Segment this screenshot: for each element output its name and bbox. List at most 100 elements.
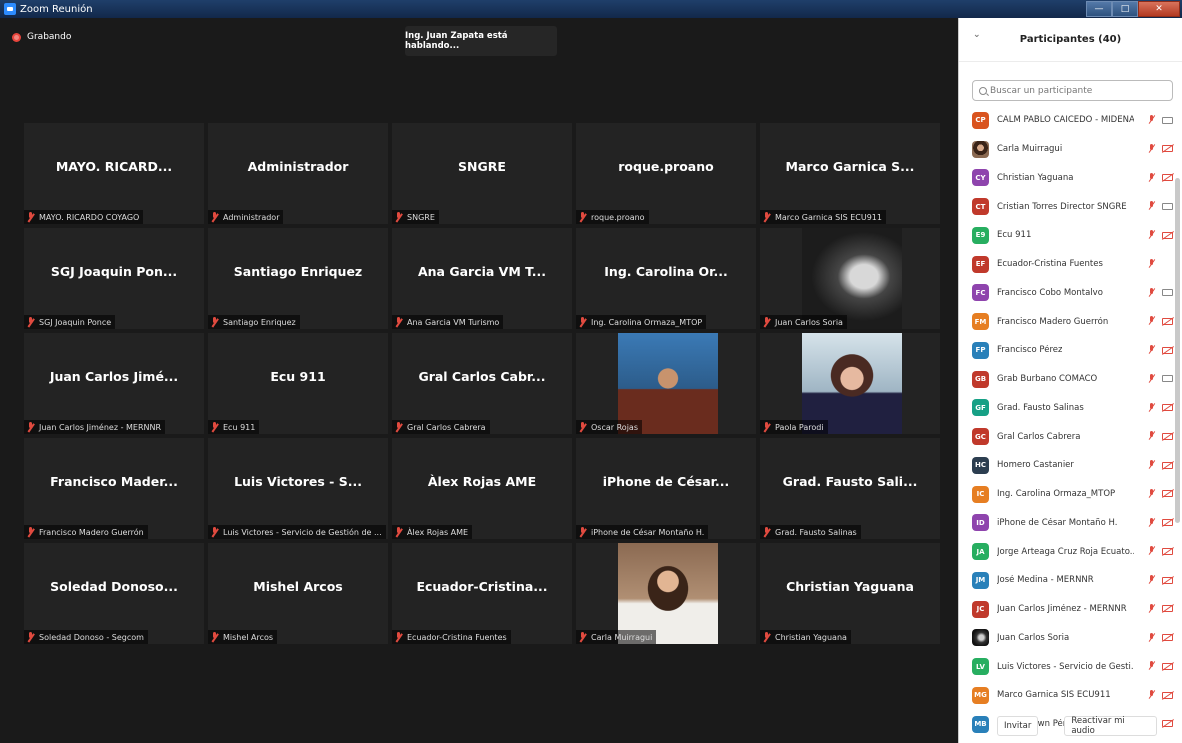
tile-name-label: Luis Victores - Servicio de Gestión de .… bbox=[208, 525, 386, 539]
avatar: E9 bbox=[972, 226, 989, 244]
participant-row[interactable]: JC Juan Carlos Jiménez - MERNNR bbox=[959, 595, 1182, 624]
video-tile[interactable]: roque.proano roque.proano bbox=[576, 123, 756, 224]
tile-name-label: Ana Garcia VM Turismo bbox=[392, 315, 504, 329]
participant-row[interactable]: CP CALM PABLO CAICEDO - MIDENA bbox=[959, 106, 1182, 135]
participant-video bbox=[618, 333, 718, 434]
video-tile[interactable]: Santiago Enriquez Santiago Enriquez bbox=[208, 228, 388, 329]
participant-video bbox=[802, 333, 902, 434]
participant-search-input[interactable]: Buscar un participante bbox=[972, 80, 1173, 101]
tile-display-name: SNGRE bbox=[458, 159, 506, 174]
participant-row[interactable]: CY Christian Yaguana bbox=[959, 164, 1182, 193]
video-tile[interactable]: iPhone de César... iPhone de César Montañ… bbox=[576, 438, 756, 539]
participant-row[interactable]: ID iPhone de César Montaño H. bbox=[959, 509, 1182, 538]
video-tile[interactable]: Àlex Rojas AME Àlex Rojas AME bbox=[392, 438, 572, 539]
video-tile[interactable]: Ing. Carolina Or... Ing. Carolina Ormaza_… bbox=[576, 228, 756, 329]
search-icon bbox=[979, 86, 987, 95]
participant-row[interactable]: JM José Medina - MERNNR bbox=[959, 566, 1182, 595]
tile-name-label: iPhone de César Montaño H. bbox=[576, 525, 709, 539]
tile-name-text: Francisco Madero Guerrón bbox=[39, 527, 144, 537]
participant-list-scrollbar[interactable] bbox=[1175, 178, 1180, 523]
participant-row[interactable]: LV Luis Victores - Servicio de Gesti... bbox=[959, 652, 1182, 681]
muted-mic-icon bbox=[1147, 316, 1156, 326]
video-tile[interactable]: Carla Muirragui bbox=[576, 543, 756, 644]
video-tile[interactable]: Administrador Administrador bbox=[208, 123, 388, 224]
participant-name: José Medina - MERNNR bbox=[997, 575, 1094, 586]
invite-button[interactable]: Invitar bbox=[997, 716, 1039, 736]
video-off-icon bbox=[1162, 174, 1173, 181]
video-tile[interactable]: Ecu 911 Ecu 911 bbox=[208, 333, 388, 434]
participant-row[interactable]: Carla Muirragui bbox=[959, 135, 1182, 164]
participant-row[interactable]: GB Grab Burbano COMACO bbox=[959, 365, 1182, 394]
recording-indicator[interactable]: Grabando bbox=[12, 32, 71, 42]
video-tile[interactable]: Ana Garcia VM T... Ana Garcia VM Turismo bbox=[392, 228, 572, 329]
video-tile[interactable]: SNGRE SNGRE bbox=[392, 123, 572, 224]
participant-row[interactable]: CT Cristian Torres Director SNGRE bbox=[959, 192, 1182, 221]
video-tile[interactable]: Paola Parodi bbox=[760, 333, 940, 434]
participant-row[interactable]: IC Ing. Carolina Ormaza_MTOP bbox=[959, 480, 1182, 509]
unmute-button[interactable]: Reactivar mi audio bbox=[1064, 716, 1157, 736]
avatar bbox=[972, 140, 989, 158]
video-tile[interactable]: Luis Victores - S... Luis Victores - Serv… bbox=[208, 438, 388, 539]
participant-row[interactable]: JA Jorge Arteaga Cruz Roja Ecuato... bbox=[959, 537, 1182, 566]
participant-row[interactable]: HC Homero Castanier bbox=[959, 451, 1182, 480]
muted-mic-icon bbox=[1147, 201, 1156, 211]
video-tile[interactable]: Christian Yaguana Christian Yaguana bbox=[760, 543, 940, 644]
muted-mic-icon bbox=[210, 632, 219, 642]
video-tile[interactable]: Grad. Fausto Sali... Grad. Fausto Salinas bbox=[760, 438, 940, 539]
tile-name-text: MAYO. RICARDO COYAGO bbox=[39, 212, 140, 222]
muted-mic-icon bbox=[578, 317, 587, 327]
muted-mic-icon bbox=[1147, 460, 1156, 470]
muted-mic-icon bbox=[26, 527, 35, 537]
muted-mic-icon bbox=[1147, 517, 1156, 528]
video-tile[interactable]: Francisco Mader... Francisco Madero Guerr… bbox=[24, 438, 204, 539]
video-tile[interactable]: Soledad Donoso... Soledad Donoso - Segcom bbox=[24, 543, 204, 644]
participant-row[interactable]: MG Marco Garnica SIS ECU911 bbox=[959, 681, 1182, 710]
video-tile[interactable]: Marco Garnica S... Marco Garnica SIS ECU9… bbox=[760, 123, 940, 224]
video-tile[interactable]: Ecuador-Cristina... Ecuador-Cristina Fuen… bbox=[392, 543, 572, 644]
muted-mic-icon bbox=[210, 317, 219, 327]
video-tile[interactable]: Gral Carlos Cabr... Gral Carlos Cabrera bbox=[392, 333, 572, 434]
tile-name-text: SNGRE bbox=[407, 212, 435, 222]
muted-mic-icon bbox=[1147, 345, 1156, 355]
video-tile[interactable]: Oscar Rojas bbox=[576, 333, 756, 434]
close-button[interactable]: ✕ bbox=[1138, 1, 1180, 17]
video-tile[interactable]: Juan Carlos Soria bbox=[760, 228, 940, 329]
participant-name: Juan Carlos Jiménez - MERNNR bbox=[997, 604, 1127, 615]
participant-row[interactable]: FM Francisco Madero Guerrón bbox=[959, 307, 1182, 336]
participant-row[interactable]: FC Francisco Cobo Montalvo bbox=[959, 279, 1182, 308]
active-speaker-banner: Ing. Juan Zapata está hablando... bbox=[405, 26, 557, 56]
participant-row[interactable]: EF Ecuador-Cristina Fuentes bbox=[959, 250, 1182, 279]
tile-display-name: Soledad Donoso... bbox=[50, 579, 178, 594]
muted-mic-icon bbox=[578, 527, 587, 537]
muted-mic-icon bbox=[394, 212, 403, 222]
video-tile[interactable]: Juan Carlos Jimé... Juan Carlos Jiménez -… bbox=[24, 333, 204, 434]
avatar: CY bbox=[972, 169, 989, 187]
chevron-down-icon[interactable]: ⌄ bbox=[973, 30, 981, 40]
tile-display-name: Ing. Carolina Or... bbox=[604, 264, 728, 279]
muted-mic-icon bbox=[1147, 172, 1156, 183]
video-tile[interactable]: Mishel Arcos Mishel Arcos bbox=[208, 543, 388, 644]
video-off-icon bbox=[1162, 490, 1173, 498]
participant-row[interactable]: FP Francisco Pérez bbox=[959, 336, 1182, 365]
minimize-button[interactable]: — bbox=[1086, 1, 1112, 17]
tile-display-name: Mishel Arcos bbox=[253, 579, 343, 594]
participant-row[interactable]: E9 Ecu 911 bbox=[959, 221, 1182, 250]
tile-name-text: Àlex Rojas AME bbox=[407, 527, 469, 537]
video-off-icon bbox=[1162, 145, 1173, 153]
participant-name: Ing. Carolina Ormaza_MTOP bbox=[997, 489, 1116, 500]
video-camera-icon bbox=[1162, 289, 1173, 296]
participant-row[interactable]: GC Gral Carlos Cabrera bbox=[959, 422, 1182, 451]
participant-row[interactable]: Juan Carlos Soria bbox=[959, 624, 1182, 653]
video-tile[interactable]: SGJ Joaquin Pon... SGJ Joaquin Ponce bbox=[24, 228, 204, 329]
participant-status-icons bbox=[1147, 201, 1173, 211]
tile-display-name: roque.proano bbox=[618, 159, 714, 174]
participant-row[interactable]: GF Grad. Fausto Salinas bbox=[959, 394, 1182, 423]
video-off-icon bbox=[1162, 231, 1173, 239]
tile-name-label: Gral Carlos Cabrera bbox=[392, 420, 490, 434]
participant-status-icons bbox=[1147, 258, 1173, 269]
video-off-icon bbox=[1162, 634, 1173, 641]
recording-label: Grabando bbox=[27, 32, 72, 42]
video-tile[interactable]: MAYO. RICARD... MAYO. RICARDO COYAGO bbox=[24, 123, 204, 224]
muted-mic-icon bbox=[26, 317, 35, 327]
maximize-button[interactable]: □ bbox=[1112, 1, 1138, 17]
